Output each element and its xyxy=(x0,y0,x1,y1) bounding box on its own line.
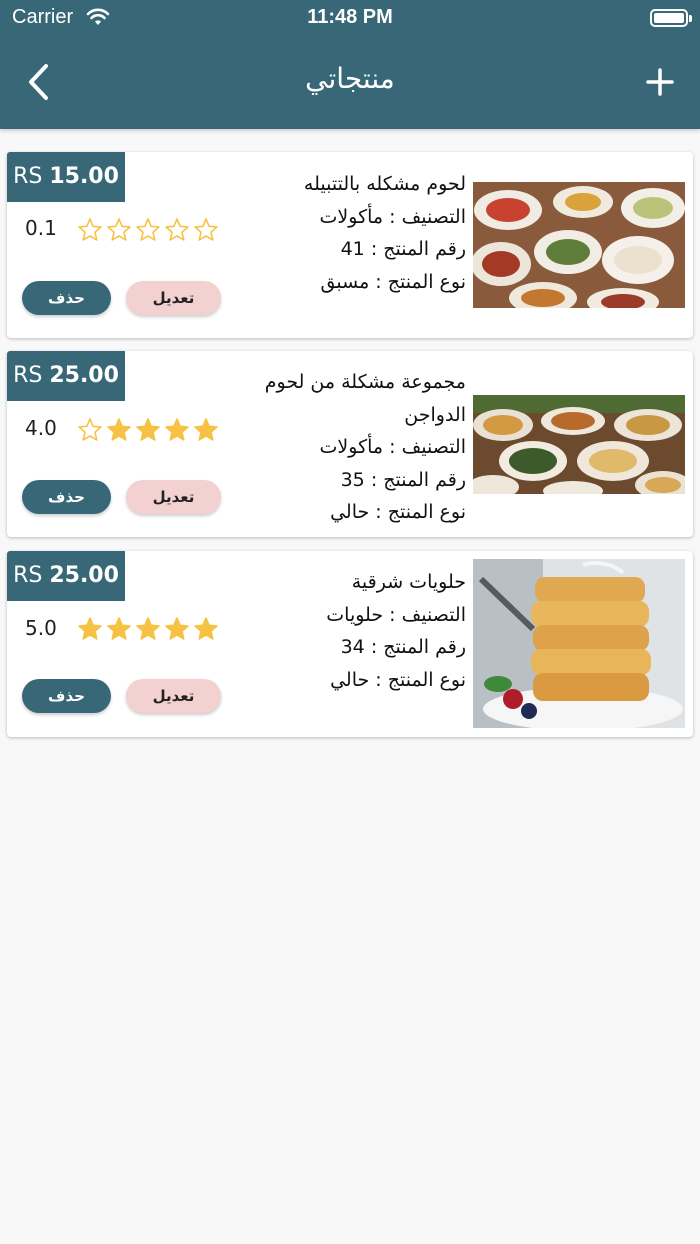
price-badge: RS 25.00 xyxy=(7,551,125,601)
star-rating xyxy=(77,217,219,243)
star-icon xyxy=(136,418,160,441)
edit-button[interactable]: تعديل xyxy=(126,480,221,514)
rating-value: 4.0 xyxy=(25,416,57,440)
price-amount: 25.00 xyxy=(49,363,119,388)
product-info: حلويات شرقية التصنيف : حلويات رقم المنتج… xyxy=(221,566,466,696)
rating-value: 5.0 xyxy=(25,616,57,640)
product-category: التصنيف : حلويات xyxy=(326,603,466,626)
product-card[interactable]: RS 25.00 5.0 تعديل حذف حلويات شرقية التص… xyxy=(7,551,693,737)
star-icon xyxy=(136,617,160,640)
edit-button[interactable]: تعديل xyxy=(126,281,221,315)
product-card[interactable]: RS 25.00 4.0 تعديل حذف مجموعة مشكلة من ل… xyxy=(7,351,693,537)
price-currency: RS xyxy=(13,363,43,388)
clock: 11:48 PM xyxy=(307,6,393,28)
star-icon xyxy=(165,617,189,640)
star-icon xyxy=(78,218,102,241)
star-icon xyxy=(107,418,131,441)
product-image xyxy=(473,182,685,308)
plus-icon xyxy=(646,68,674,96)
star-icon xyxy=(194,218,218,241)
price-amount: 15.00 xyxy=(49,164,119,189)
star-icon xyxy=(107,218,131,241)
page-title: منتجاتي xyxy=(305,62,395,95)
product-type: نوع المنتج : حالي xyxy=(330,501,466,523)
delete-button[interactable]: حذف xyxy=(22,281,111,315)
product-info: مجموعة مشكلة من لحوم الدواجن التصنيف : م… xyxy=(221,366,466,529)
star-icon xyxy=(136,218,160,241)
star-icon xyxy=(165,218,189,241)
price-currency: RS xyxy=(13,164,43,189)
product-type: نوع المنتج : حالي xyxy=(330,668,466,691)
status-bar: Carrier 11:48 PM xyxy=(0,0,700,36)
star-icon xyxy=(165,418,189,441)
price-amount: 25.00 xyxy=(49,563,119,588)
product-info: لحوم مشكله بالتتبيله التصنيف : مأكولات ر… xyxy=(221,168,466,298)
product-name: حلويات شرقية xyxy=(351,571,466,593)
edit-button[interactable]: تعديل xyxy=(126,679,221,713)
product-category: التصنيف : مأكولات xyxy=(319,205,466,228)
product-number: رقم المنتج : 34 xyxy=(340,636,466,658)
product-name-line2: الدواجن xyxy=(404,403,466,426)
product-card[interactable]: RS 15.00 0.1 تعديل حذف لحوم مشكله بالتتب… xyxy=(7,152,693,338)
product-image xyxy=(473,395,685,494)
product-number: رقم المنتج : 41 xyxy=(340,238,466,260)
star-icon xyxy=(194,617,218,640)
star-icon xyxy=(194,418,218,441)
product-name: لحوم مشكله بالتتبيله xyxy=(303,173,466,195)
product-image xyxy=(473,559,685,728)
product-number: رقم المنتج : 35 xyxy=(340,468,466,491)
price-badge: RS 25.00 xyxy=(7,351,125,401)
delete-button[interactable]: حذف xyxy=(22,480,111,514)
battery-icon xyxy=(650,9,692,27)
rating-value: 0.1 xyxy=(25,216,57,240)
star-rating xyxy=(77,417,219,443)
price-badge: RS 15.00 xyxy=(7,152,125,202)
star-icon xyxy=(107,617,131,640)
product-category: التصنيف : مأكولات xyxy=(319,436,466,458)
price-currency: RS xyxy=(13,563,43,588)
product-name: مجموعة مشكلة من لحوم xyxy=(264,371,466,393)
product-type: نوع المنتج : مسبق xyxy=(320,270,466,293)
add-product-button[interactable] xyxy=(642,62,678,102)
star-rating xyxy=(77,616,219,642)
star-icon xyxy=(78,617,102,640)
star-icon xyxy=(78,418,102,441)
navigation-header: Carrier 11:48 PM منتجاتي xyxy=(0,0,700,129)
delete-button[interactable]: حذف xyxy=(22,679,111,713)
